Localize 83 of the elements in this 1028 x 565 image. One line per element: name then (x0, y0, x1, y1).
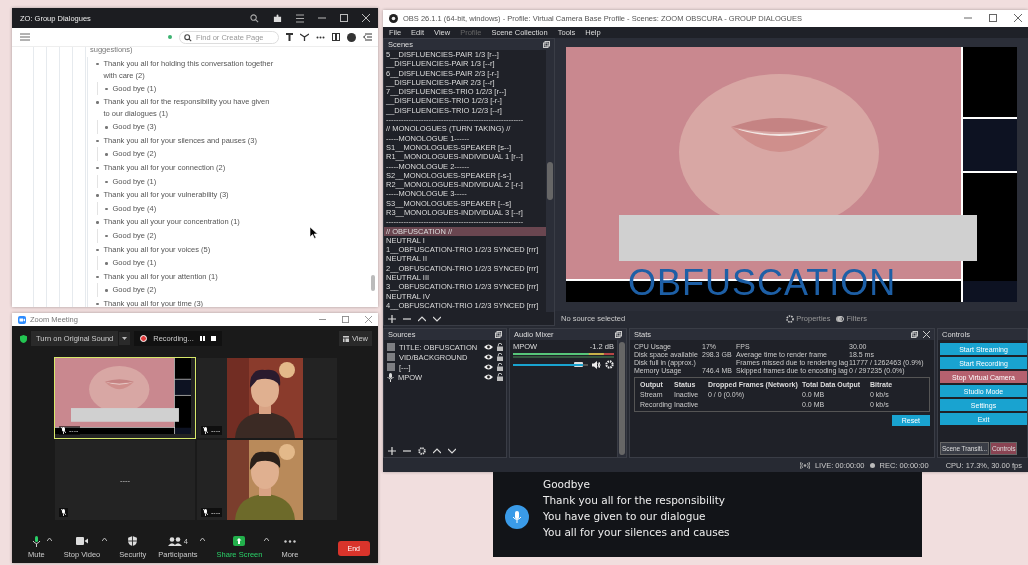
bullet-icon[interactable] (96, 139, 99, 143)
lock-icon[interactable] (497, 343, 503, 352)
caret-icon[interactable] (46, 538, 52, 541)
undock-icon[interactable] (543, 40, 550, 48)
muted-icon (61, 509, 66, 516)
undock-icon[interactable] (615, 331, 622, 339)
minimize-icon[interactable] (319, 316, 326, 323)
shield-icon[interactable] (20, 334, 27, 343)
add-icon[interactable] (388, 314, 396, 323)
lock-icon[interactable] (497, 373, 503, 382)
caret-icon[interactable] (102, 538, 108, 541)
bullet-icon[interactable] (96, 248, 99, 252)
settings-icon[interactable] (418, 446, 426, 455)
caret-icon[interactable] (264, 538, 270, 541)
eye-icon[interactable] (484, 364, 493, 371)
sync-status-icon (168, 35, 172, 39)
shield-icon (128, 536, 138, 546)
bullet-icon[interactable] (105, 180, 108, 184)
scrollbar[interactable] (618, 340, 626, 458)
muted-icon (61, 427, 66, 434)
move-up-icon[interactable] (433, 446, 441, 455)
maximize-icon[interactable] (989, 14, 997, 23)
dropdown-button[interactable] (119, 332, 131, 345)
filters-icon (836, 314, 845, 323)
microphone-icon (31, 535, 41, 547)
muted-icon (203, 509, 208, 516)
pause-icon[interactable] (199, 336, 205, 341)
close-icon[interactable] (1014, 14, 1022, 23)
more-icon[interactable] (316, 35, 325, 39)
more-icon (283, 539, 296, 543)
menu-icon[interactable] (296, 13, 304, 23)
scrollbar[interactable] (371, 275, 375, 291)
bullet-icon[interactable] (105, 207, 108, 211)
move-down-icon[interactable] (448, 446, 456, 455)
grid-icon (342, 335, 349, 342)
filter-icon[interactable] (286, 33, 293, 41)
camera-icon (75, 537, 88, 545)
eye-icon[interactable] (484, 354, 493, 361)
caret-icon[interactable] (199, 538, 205, 541)
caret-icon (122, 337, 128, 340)
speaker-icon[interactable] (592, 360, 601, 369)
undock-icon[interactable] (911, 331, 918, 339)
bullet-icon[interactable] (96, 275, 99, 279)
share-icon (233, 536, 246, 546)
collapse-icon[interactable] (363, 33, 372, 41)
zoom-icon[interactable] (250, 13, 259, 23)
app-logo-icon (389, 14, 398, 23)
add-icon[interactable] (388, 446, 396, 455)
maximize-icon[interactable] (340, 14, 348, 22)
eye-icon[interactable] (484, 344, 493, 351)
graph-icon[interactable] (300, 33, 309, 41)
bullet-icon[interactable] (105, 87, 108, 91)
caption-line: Goodbye (543, 477, 591, 490)
gear-icon (786, 314, 795, 323)
scrollbar[interactable] (546, 49, 554, 313)
caption-line: You have given to our dialogue (543, 509, 707, 522)
puzzle-icon[interactable] (273, 13, 282, 23)
muted-icon (203, 427, 208, 434)
broadcast-icon (799, 461, 810, 469)
close-icon[interactable] (362, 14, 370, 22)
caption-line: You all for your silences and causes (543, 525, 730, 538)
settings-icon[interactable] (605, 360, 614, 370)
microphone-icon (387, 372, 394, 382)
cursor-icon (310, 227, 318, 239)
minimize-icon[interactable] (318, 14, 326, 22)
lock-icon[interactable] (497, 363, 503, 372)
bullet-icon[interactable] (96, 62, 99, 66)
stop-icon[interactable] (210, 336, 216, 341)
eye-icon[interactable] (484, 374, 493, 381)
lock-icon[interactable] (497, 353, 503, 362)
record-indicator-icon (140, 335, 148, 342)
move-up-icon[interactable] (418, 314, 426, 323)
bullet-icon[interactable] (96, 166, 99, 170)
people-icon (167, 536, 182, 546)
volume-slider[interactable] (513, 363, 588, 366)
microphone-icon (505, 504, 529, 529)
caption-line: Thank you all for the responsibility (543, 493, 727, 506)
undock-icon[interactable] (495, 331, 502, 339)
move-down-icon[interactable] (433, 314, 441, 323)
bullet-icon[interactable] (96, 302, 99, 306)
sidebar-icon[interactable] (332, 33, 340, 41)
bullet-icon[interactable] (105, 234, 108, 238)
record-indicator-icon (869, 462, 875, 468)
